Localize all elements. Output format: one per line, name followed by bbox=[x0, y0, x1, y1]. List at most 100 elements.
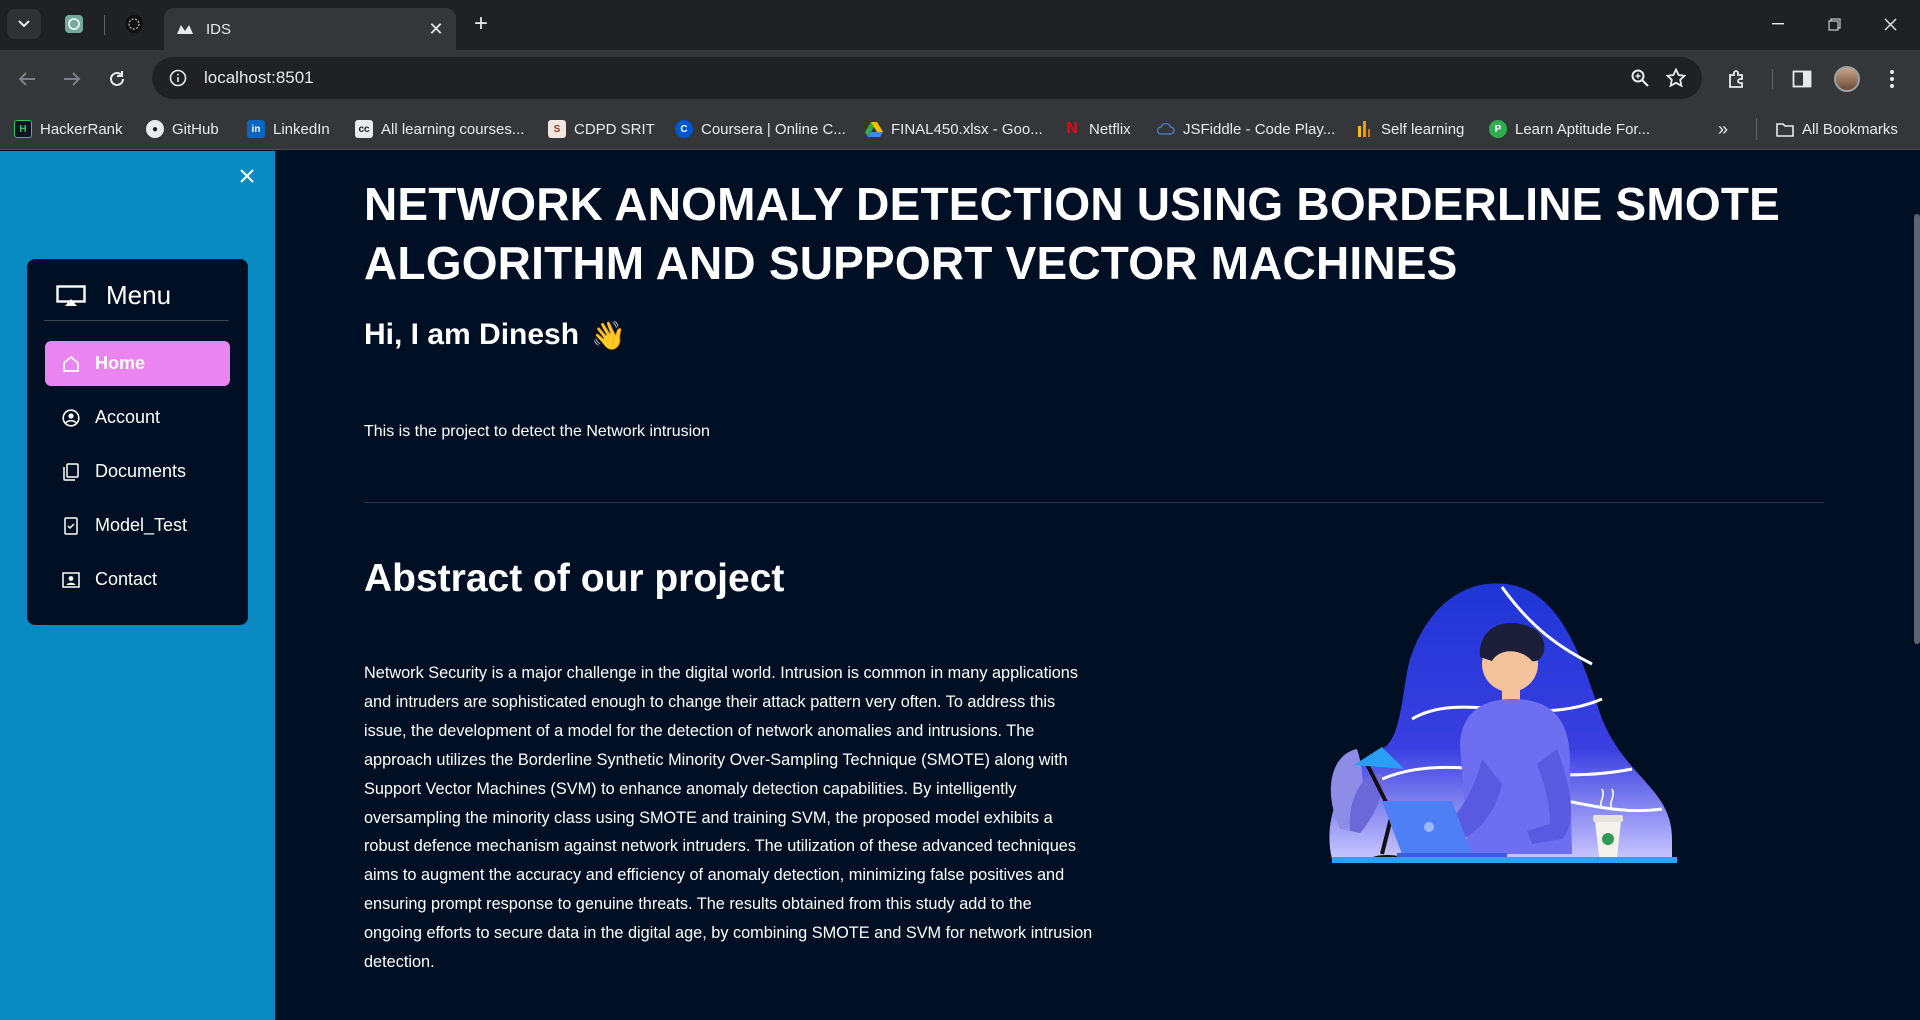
bookmark-label: Coursera | Online C... bbox=[701, 120, 846, 138]
menu-header: Menu bbox=[44, 271, 229, 321]
aptitude-icon: P bbox=[1489, 120, 1507, 138]
menu-item-contact[interactable]: Contact bbox=[45, 557, 230, 602]
cdpd-icon: S bbox=[548, 120, 566, 138]
all-bookmarks-button[interactable]: All Bookmarks bbox=[1776, 116, 1898, 142]
netflix-icon: N bbox=[1066, 120, 1078, 137]
bookmark-label: LinkedIn bbox=[273, 120, 330, 138]
close-tab-icon[interactable]: ✕ bbox=[424, 17, 448, 41]
documents-icon bbox=[61, 462, 81, 482]
tab-search-button[interactable] bbox=[7, 9, 41, 39]
browser-menu-icon[interactable] bbox=[1877, 64, 1907, 94]
bookmark-final450[interactable]: FINAL450.xlsx - Goo... bbox=[865, 116, 1043, 142]
main-content: NETWORK ANOMALY DETECTION USING BORDERLI… bbox=[364, 151, 1824, 1020]
bookmarks-bar: H HackerRank ● GitHub in LinkedIn cc All… bbox=[0, 108, 1920, 150]
bookmark-label: Netflix bbox=[1089, 120, 1131, 138]
side-panel-icon[interactable] bbox=[1787, 64, 1817, 94]
chevron-down-icon bbox=[18, 20, 30, 28]
project-intro: This is the project to detect the Networ… bbox=[364, 423, 710, 440]
bookmark-label: CDPD SRIT bbox=[574, 120, 655, 138]
extensions-icon[interactable] bbox=[1722, 64, 1752, 94]
menu-item-label: Account bbox=[95, 407, 161, 427]
abstract-text: Network Security is a major challenge in… bbox=[364, 664, 1093, 972]
new-tab-button[interactable]: + bbox=[468, 12, 494, 38]
bookmark-cdpd-srit[interactable]: S CDPD SRIT bbox=[548, 116, 655, 142]
menu-item-model-test[interactable]: Model_Test bbox=[45, 503, 230, 548]
minimize-icon[interactable] bbox=[1756, 10, 1800, 38]
contact-icon bbox=[61, 570, 81, 590]
greeting: Hi, I am Dinesh 👋 bbox=[364, 318, 626, 352]
reload-icon[interactable] bbox=[102, 64, 132, 94]
chatgpt-icon bbox=[65, 15, 83, 33]
sidebar: Menu Home Account Documents Model_Test C… bbox=[0, 151, 275, 1020]
checklist-icon bbox=[61, 516, 81, 536]
browser-tab-bar: IDS ✕ + bbox=[0, 0, 1920, 50]
menu-item-documents[interactable]: Documents bbox=[45, 449, 230, 494]
tab-ids[interactable]: IDS ✕ bbox=[164, 8, 456, 50]
tab-separator bbox=[104, 15, 105, 35]
site-info-icon[interactable] bbox=[158, 58, 198, 98]
toolbar-separator bbox=[1772, 69, 1773, 89]
menu-item-label: Documents bbox=[95, 461, 187, 481]
bookmark-label: GitHub bbox=[172, 120, 219, 138]
all-bookmarks-label: All Bookmarks bbox=[1802, 120, 1898, 138]
bookmark-linkedin[interactable]: in LinkedIn bbox=[247, 116, 330, 142]
zoom-icon[interactable] bbox=[1622, 60, 1658, 96]
abstract-heading: Abstract of our project bbox=[364, 557, 785, 600]
bookmark-github[interactable]: ● GitHub bbox=[146, 116, 219, 142]
profile-avatar[interactable] bbox=[1834, 66, 1860, 92]
tab-title: IDS bbox=[206, 20, 232, 38]
pinned-tab-chatgpt[interactable] bbox=[62, 12, 86, 36]
menu-item-label: Contact bbox=[95, 569, 158, 589]
home-icon bbox=[61, 354, 81, 374]
jsfiddle-icon bbox=[1157, 120, 1175, 138]
bookmark-jsfiddle[interactable]: JSFiddle - Code Play... bbox=[1157, 116, 1335, 142]
google-drive-icon bbox=[865, 120, 883, 138]
streamlit-icon bbox=[176, 20, 194, 38]
divider bbox=[364, 502, 1824, 503]
option-menu: Menu Home Account Documents Model_Test C… bbox=[27, 259, 248, 625]
close-window-icon[interactable] bbox=[1868, 10, 1912, 38]
bookmark-self-learning[interactable]: Self learning bbox=[1355, 116, 1464, 142]
developer-illustration bbox=[1329, 583, 1677, 863]
bookmark-hackerrank[interactable]: H HackerRank bbox=[14, 116, 123, 142]
cc-icon: cc bbox=[355, 120, 373, 138]
bookmark-netflix[interactable]: N Netflix bbox=[1063, 116, 1131, 142]
bookmark-separator bbox=[1756, 118, 1757, 140]
bookmark-label: Learn Aptitude For... bbox=[1515, 120, 1651, 138]
menu-item-label: Home bbox=[95, 353, 146, 373]
bookmark-label: JSFiddle - Code Play... bbox=[1183, 120, 1336, 138]
hackerrank-icon: H bbox=[14, 120, 32, 138]
page-scrollbar[interactable] bbox=[1914, 214, 1920, 644]
more-bookmarks-icon[interactable]: » bbox=[1718, 116, 1728, 142]
github-icon: ● bbox=[146, 120, 164, 138]
openai-icon bbox=[125, 15, 143, 33]
menu-item-label: Model_Test bbox=[95, 515, 188, 535]
bookmark-star-icon[interactable] bbox=[1658, 60, 1694, 96]
restore-icon[interactable] bbox=[1812, 10, 1856, 38]
address-bar[interactable]: localhost:8501 bbox=[152, 57, 1702, 99]
menu-item-account[interactable]: Account bbox=[45, 395, 230, 440]
bookmark-label: Self learning bbox=[1381, 120, 1465, 138]
account-icon bbox=[61, 408, 81, 428]
close-sidebar-icon[interactable] bbox=[236, 165, 258, 187]
coursera-icon: C bbox=[675, 120, 693, 138]
menu-title: Menu bbox=[106, 280, 172, 310]
page-title: NETWORK ANOMALY DETECTION USING BORDERLI… bbox=[364, 178, 1781, 289]
bookmark-label: All learning courses... bbox=[381, 120, 525, 138]
bookmark-learn-aptitude[interactable]: P Learn Aptitude For... bbox=[1489, 116, 1650, 142]
back-icon[interactable] bbox=[12, 64, 42, 94]
browser-toolbar: localhost:8501 bbox=[0, 50, 1920, 108]
greeting-text: Hi, I am Dinesh bbox=[364, 318, 580, 351]
bookmark-coursera[interactable]: C Coursera | Online C... bbox=[675, 116, 846, 142]
bookmark-all-learning[interactable]: cc All learning courses... bbox=[355, 116, 524, 142]
url-text: localhost:8501 bbox=[204, 68, 314, 87]
self-learning-icon bbox=[1355, 120, 1373, 138]
menu-item-home[interactable]: Home bbox=[45, 341, 230, 386]
cast-icon bbox=[56, 284, 86, 307]
linkedin-icon: in bbox=[247, 120, 265, 138]
forward-icon[interactable] bbox=[57, 64, 87, 94]
pinned-tab-openai[interactable] bbox=[122, 12, 146, 36]
bookmark-label: FINAL450.xlsx - Goo... bbox=[891, 120, 1043, 138]
folder-icon bbox=[1776, 120, 1794, 138]
bookmark-label: HackerRank bbox=[40, 120, 123, 138]
